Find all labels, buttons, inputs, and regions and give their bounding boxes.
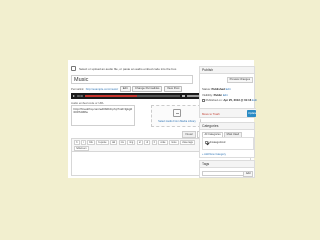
permalink-edit-button[interactable]: Edit bbox=[119, 85, 131, 93]
toolbar-button[interactable]: b bbox=[74, 139, 80, 146]
permalink-label: Permalink: bbox=[71, 87, 85, 91]
audio-progress-track[interactable] bbox=[84, 95, 180, 97]
change-permalinks-button[interactable]: Change Permalinks bbox=[132, 85, 163, 93]
categories-box: Categories All Categories Most Used Unca… bbox=[199, 122, 255, 158]
toolbar-button[interactable]: more bbox=[168, 139, 179, 146]
toolbar-button[interactable]: li bbox=[151, 139, 157, 146]
category-label: Uncategorized bbox=[208, 141, 226, 144]
toolbar-button[interactable]: ul bbox=[136, 139, 143, 146]
publish-box-title: Publish bbox=[200, 67, 254, 74]
tags-box-title: Tags bbox=[200, 161, 254, 168]
media-icon bbox=[173, 109, 181, 117]
visibility-line: Visibility: Public Edit bbox=[202, 93, 228, 97]
status-line: Status: Published Edit bbox=[202, 87, 230, 91]
format-notice-text: Select or upload an audio file, or paste… bbox=[79, 66, 178, 71]
view-post-button[interactable]: View Post bbox=[163, 85, 183, 93]
categories-box-title: Categories bbox=[200, 123, 254, 130]
audio-progress-fill bbox=[84, 95, 138, 97]
visibility-value: Public bbox=[213, 92, 223, 97]
info-icon bbox=[71, 66, 76, 71]
format-notice: Select or upload an audio file, or paste… bbox=[68, 64, 200, 73]
visibility-edit-link[interactable]: Edit bbox=[223, 93, 228, 97]
toolbar-button[interactable]: fullscreen bbox=[74, 145, 89, 152]
toolbar-button[interactable]: i bbox=[80, 139, 86, 146]
toolbar-button[interactable]: ins bbox=[118, 139, 127, 146]
permalink-row: Permalink: http://example.com/music/ Edi… bbox=[71, 85, 183, 93]
audio-elapsed-time: 00:00 bbox=[77, 94, 83, 98]
calendar-icon bbox=[202, 98, 205, 102]
select-audio-link[interactable]: Select Audio From Media Library bbox=[152, 120, 202, 123]
tags-box: Tags Add bbox=[199, 160, 255, 178]
toolbar-button[interactable]: link bbox=[87, 139, 95, 146]
volume-slider[interactable] bbox=[187, 95, 199, 97]
status-label: Status: bbox=[202, 87, 211, 91]
list-item[interactable]: Uncategorized bbox=[205, 141, 225, 144]
publish-box: Publish Preview Changes Status: Publishe… bbox=[199, 66, 257, 118]
category-checkbox[interactable] bbox=[205, 141, 208, 144]
permalink-url[interactable]: http://example.com/music/ bbox=[86, 87, 119, 91]
toolbar-button[interactable]: close tags bbox=[179, 139, 196, 146]
status-value: Published bbox=[211, 87, 225, 91]
add-tag-button[interactable]: Add bbox=[243, 171, 253, 177]
category-list: Uncategorized bbox=[202, 137, 254, 150]
tab-visual[interactable]: Visual bbox=[182, 131, 196, 138]
embed-code-textarea[interactable]: http://ft.tedchq.com/ed0b0b0.php?nid=fgk… bbox=[71, 105, 135, 126]
play-icon[interactable] bbox=[73, 95, 75, 97]
published-label: Published on: bbox=[205, 98, 223, 102]
move-to-trash-link[interactable]: Move to Trash bbox=[202, 112, 220, 116]
published-value: Apr 25, 2013 @ 01:16 bbox=[223, 98, 252, 102]
post-title-input[interactable]: Music bbox=[71, 75, 193, 84]
preview-changes-button[interactable]: Preview Changes bbox=[226, 77, 253, 83]
published-edit-link[interactable]: Edit bbox=[252, 98, 257, 102]
visibility-label: Visibility: bbox=[202, 92, 213, 97]
audio-player: 00:00 bbox=[71, 93, 201, 99]
toolbar-button[interactable]: code bbox=[158, 139, 168, 146]
toolbar-button[interactable]: ol bbox=[144, 139, 151, 146]
published-line: Published on: Apr 25, 2013 @ 01:16 Edit bbox=[202, 98, 257, 102]
status-edit-link[interactable]: Edit bbox=[226, 87, 231, 91]
toolbar-button[interactable]: img bbox=[127, 139, 136, 146]
tag-input[interactable] bbox=[202, 171, 246, 176]
toolbar-button[interactable]: b-quote bbox=[96, 139, 109, 146]
media-upload-box[interactable]: Select Audio From Media Library bbox=[151, 105, 201, 127]
toolbar-button[interactable]: del bbox=[109, 139, 118, 146]
add-new-category-link[interactable]: + Add New Category bbox=[202, 153, 226, 156]
update-button[interactable]: Update bbox=[247, 110, 256, 117]
volume-icon[interactable] bbox=[182, 94, 185, 98]
publish-actions: Move to Trash Update bbox=[200, 108, 256, 117]
